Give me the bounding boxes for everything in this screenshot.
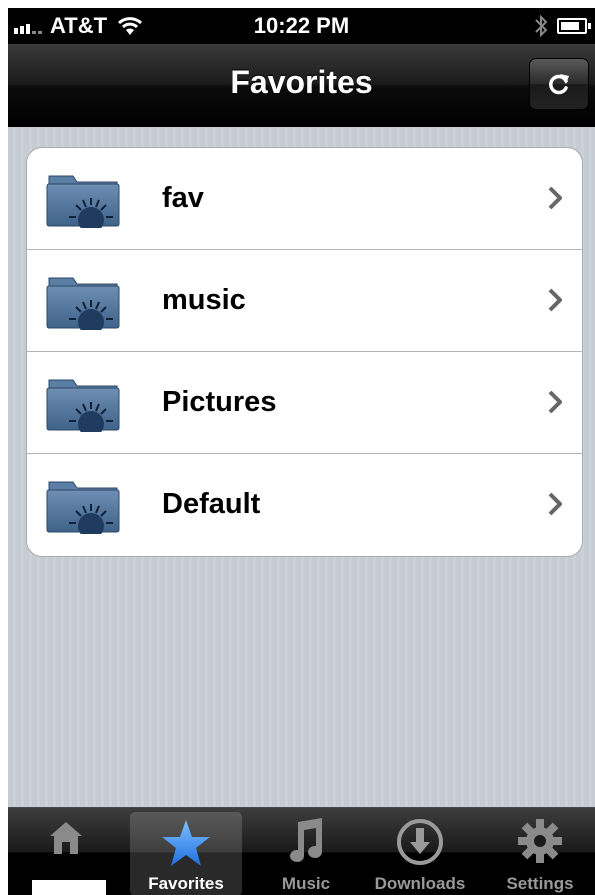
status-time: 10:22 PM <box>253 13 350 38</box>
battery-icon <box>557 18 591 34</box>
folder-label: Default <box>162 488 261 520</box>
folder-label: Pictures <box>162 386 277 418</box>
tab-label: Music <box>281 874 331 893</box>
tab-label: Downloads <box>374 874 466 893</box>
tab-settings[interactable]: Settings <box>484 812 595 895</box>
folder-icon <box>46 379 120 432</box>
folder-icon <box>46 277 120 330</box>
tab-music[interactable]: Music <box>250 812 362 895</box>
tab-bar: Favorites Music Downloads Settings <box>8 807 595 895</box>
page-title: Favorites <box>230 64 373 100</box>
tab-downloads[interactable]: Downloads <box>364 812 476 895</box>
chevron-right-icon <box>548 390 562 414</box>
refresh-button[interactable] <box>529 58 589 110</box>
tab-label: Favorites <box>148 874 224 893</box>
bluetooth-icon <box>535 14 548 38</box>
content-area: fav music Pictures Default <box>8 127 595 807</box>
folder-list: fav music Pictures Default <box>26 147 583 557</box>
folder-icon <box>46 481 120 534</box>
tab-favorites[interactable]: Favorites <box>130 812 242 895</box>
status-right <box>533 14 591 38</box>
list-item[interactable]: Pictures <box>27 352 582 454</box>
folder-icon <box>46 175 120 228</box>
navigation-bar: Favorites <box>8 44 595 127</box>
tab-label: Settings <box>506 874 574 893</box>
status-bar: AT&T 10:22 PM <box>8 8 595 44</box>
refresh-icon <box>549 74 569 95</box>
gear-icon <box>518 819 562 863</box>
chevron-right-icon <box>548 492 562 516</box>
tab-home[interactable] <box>10 812 122 895</box>
music-note-icon <box>290 818 322 862</box>
home-icon <box>50 822 82 854</box>
chevron-right-icon <box>548 288 562 312</box>
folder-label: music <box>162 284 246 316</box>
app-screen: AT&T 10:22 PM Favorites fav music Pictur… <box>8 8 595 895</box>
list-item[interactable]: Default <box>27 454 582 556</box>
star-icon <box>162 820 210 866</box>
download-icon <box>397 819 443 865</box>
chevron-right-icon <box>548 186 562 210</box>
list-item[interactable]: fav <box>27 148 582 250</box>
folder-label: fav <box>162 182 204 214</box>
tab-label-blank <box>32 880 106 895</box>
list-item[interactable]: music <box>27 250 582 352</box>
